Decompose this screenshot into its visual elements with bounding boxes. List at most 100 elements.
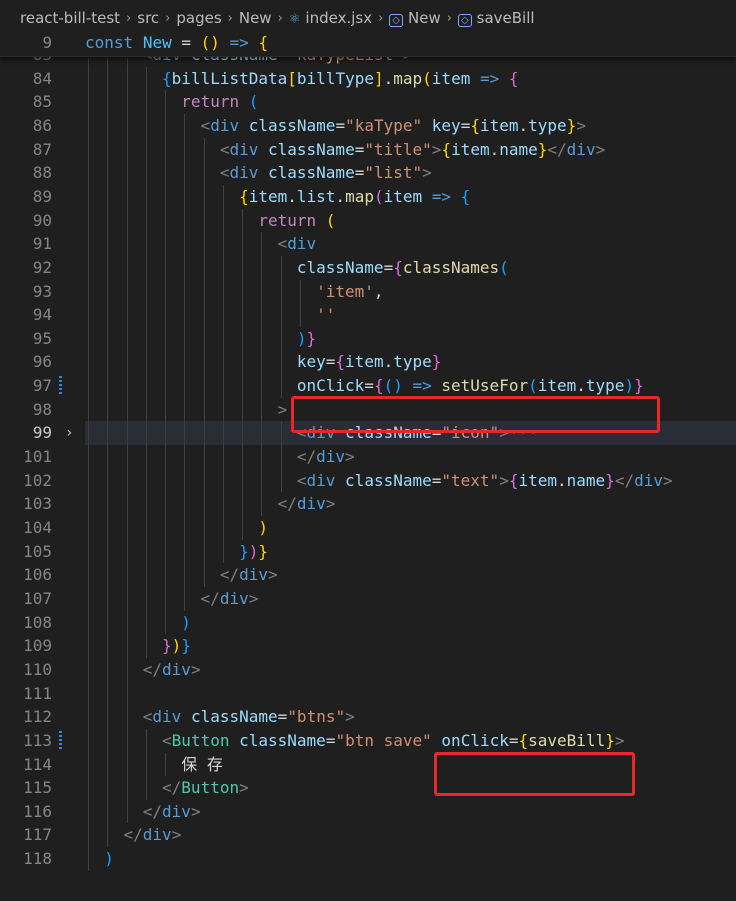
code-text: <Button className="btn save" onClick={sa… [162, 729, 624, 753]
code-text: key={item.type} [297, 350, 442, 374]
code-token: > [267, 565, 278, 585]
code-token: </ [296, 447, 317, 467]
line-number: 93 [32, 281, 52, 301]
code-text: > [278, 398, 288, 422]
code-text: </div> [124, 823, 182, 847]
breadcrumb-item[interactable]: pages [176, 9, 221, 27]
code-line[interactable]: 96 key={item.type} [0, 350, 736, 374]
code-token: className [268, 163, 355, 183]
indent-guide [299, 279, 301, 327]
code-line[interactable]: 92 className={classNames( [0, 256, 736, 280]
code-token: billType [296, 68, 374, 88]
code-token: classNames [402, 257, 500, 277]
breadcrumb-item[interactable]: src [137, 9, 159, 27]
code-line[interactable]: 116 </div> [0, 800, 736, 824]
line-number: 108 [23, 612, 52, 632]
code-line[interactable]: 102 <div className="text">{item.name}</di… [0, 469, 736, 493]
code-text: </div> [278, 492, 336, 516]
code-line[interactable]: 101 </div> [0, 445, 736, 469]
code-token: . [576, 376, 586, 396]
code-line[interactable]: 95)} [0, 327, 736, 351]
code-line[interactable]: 107 </div> [0, 587, 736, 611]
code-line[interactable]: 113 <Button className="btn save" onClick=… [0, 729, 736, 753]
code-line[interactable]: 94 '' [0, 303, 736, 327]
line-number: 106 [23, 565, 52, 585]
code-text: </div> [220, 563, 278, 587]
code-token: name [499, 139, 538, 159]
code-line[interactable]: 106 </div> [0, 563, 736, 587]
code-token: className [345, 470, 432, 490]
code-token: > [576, 115, 586, 135]
code-token: item [248, 186, 288, 206]
code-text: {item.list.map(item => { [239, 185, 470, 209]
indent-guide [165, 90, 167, 635]
chevron-right-icon: › [378, 10, 384, 26]
code-line[interactable]: 109})} [0, 634, 736, 658]
line-number: 116 [23, 801, 52, 821]
code-token: ( [499, 257, 509, 277]
code-line[interactable]: 108) [0, 611, 736, 635]
code-token: div [142, 825, 172, 845]
code-text: className={classNames( [297, 256, 509, 280]
code-token: name [566, 470, 606, 490]
code-line[interactable]: 84 {billListData[billType].map(item => { [0, 67, 736, 91]
code-line[interactable]: 118) [0, 847, 736, 871]
code-line[interactable]: 112 <div className="btns"> [0, 705, 736, 729]
code-text: onClick={() => setUseFor(item.type)} [297, 374, 644, 398]
line-number: 110 [23, 659, 52, 679]
code-token: = [364, 376, 374, 396]
fold-chevron-icon[interactable]: › [65, 421, 73, 445]
code-token: > [190, 801, 201, 821]
code-text: })} [239, 540, 268, 564]
line-number: 89 [32, 186, 52, 206]
code-token: onClick [441, 730, 509, 750]
code-line[interactable]: 105})} [0, 540, 736, 564]
code-token: ) [258, 518, 268, 537]
line-number: 114 [23, 754, 52, 774]
code-token: </ [142, 801, 163, 821]
line-number: 102 [23, 470, 52, 490]
indent-guide [126, 43, 128, 824]
breadcrumb-item[interactable]: New [239, 9, 272, 27]
code-token: div [229, 139, 259, 159]
code-line[interactable]: 111 [0, 682, 736, 706]
indent-guide [242, 208, 244, 540]
code-line[interactable]: 89 {item.list.map(item => { [0, 185, 736, 209]
code-token: . [383, 352, 394, 372]
modified-line-marker [59, 376, 62, 397]
breadcrumb-item[interactable]: ◇ New [389, 9, 441, 27]
code-token: "title" [364, 139, 432, 159]
breadcrumb-item[interactable]: react-bill-test [20, 9, 120, 27]
breadcrumb-label: react-bill-test [20, 9, 121, 27]
chevron-right-icon: › [126, 10, 132, 26]
code-token: item [431, 68, 471, 88]
code-line[interactable]: 104) [0, 516, 736, 540]
code-token: Button [181, 778, 240, 798]
breadcrumb-label: src [137, 9, 160, 27]
code-line[interactable]: 97 onClick={() => setUseFor(item.type)} [0, 374, 736, 398]
code-line[interactable]: 87 <div className="title">{item.name}</di… [0, 138, 736, 162]
line-number: 86 [32, 115, 52, 135]
code-token: saveBill [528, 730, 606, 750]
code-text: </Button> [162, 776, 249, 800]
code-token: </ [219, 565, 240, 585]
code-line[interactable]: 103 </div> [0, 492, 736, 516]
code-token: ( [200, 33, 211, 52]
code-token: > [422, 163, 432, 183]
breadcrumb-item[interactable]: ⚛ index.jsx [289, 9, 372, 27]
code-line[interactable]: 117 </div> [0, 823, 736, 847]
code-line[interactable]: 85 return ( [0, 90, 736, 114]
code-token: ) [393, 376, 403, 396]
code-line[interactable]: 93 'item', [0, 280, 736, 304]
code-line[interactable]: 90 return ( [0, 209, 736, 233]
line-number: 101 [23, 447, 52, 467]
code-line[interactable]: 88 <div className="list"> [0, 161, 736, 185]
code-line[interactable]: 91 <div [0, 232, 736, 256]
code-token: type [393, 352, 432, 372]
code-line[interactable]: 110 </div> [0, 658, 736, 682]
indent-guide [145, 66, 147, 658]
code-line[interactable]: 86 <div className="kaType" key={item.type… [0, 114, 736, 138]
breadcrumb-item[interactable]: ◇ saveBill [457, 9, 535, 27]
sticky-scroll-header[interactable]: 9 const New = () => { [0, 31, 736, 57]
indent-guide [145, 728, 147, 800]
